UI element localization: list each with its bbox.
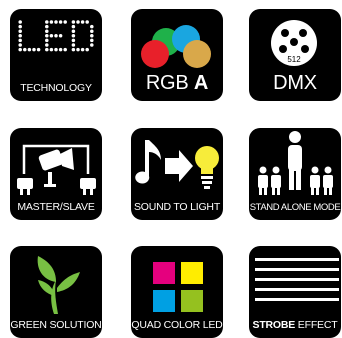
led-dot xyxy=(63,47,67,52)
master-slave-label: MASTER/SLAVE xyxy=(17,201,95,213)
strobe-label-rest: EFFECT xyxy=(295,319,338,331)
led-dot xyxy=(58,34,63,38)
led-dot xyxy=(71,43,76,47)
led-dot xyxy=(27,47,32,52)
led-dot xyxy=(23,47,27,52)
led-dot xyxy=(71,20,76,24)
dmx-512-text: 512 xyxy=(287,55,301,64)
sound-to-light-tile: SOUND TO LIGHT xyxy=(131,128,223,220)
led-dot xyxy=(18,34,22,38)
rgba-tile: RGB A xyxy=(131,9,223,101)
led-dot xyxy=(49,47,54,52)
led-dot xyxy=(45,38,49,43)
led-dot xyxy=(18,43,22,47)
led-dot xyxy=(76,47,80,52)
led-dot xyxy=(36,47,41,52)
led-dot xyxy=(63,20,67,24)
led-dot xyxy=(90,34,94,38)
led-dot xyxy=(45,43,49,47)
quad-color-led-label: QUAD COLOR LED xyxy=(131,319,223,331)
led-dot xyxy=(71,38,76,43)
strobe-label-bold: STROBE xyxy=(252,319,296,331)
led-dot xyxy=(71,24,76,29)
led-dot xyxy=(76,20,80,24)
dmx-tile: 512 DMX xyxy=(249,9,341,101)
master-slave-tile: MASTER/SLAVE xyxy=(10,128,102,220)
green-solution-label: GREEN SOLUTION xyxy=(10,319,102,331)
led-dot xyxy=(45,34,49,38)
led-dot xyxy=(54,20,58,24)
quad-color-led-tile: QUAD COLOR LED xyxy=(131,246,223,338)
led-dot xyxy=(71,47,76,52)
led-dot xyxy=(90,29,94,33)
dmx-label: DMX xyxy=(273,72,317,94)
led-dot xyxy=(90,43,94,47)
strobe-effect-label: STROBE EFFECT xyxy=(249,319,341,331)
led-dot xyxy=(58,47,63,52)
light-bulb-icon xyxy=(195,146,219,189)
led-dot xyxy=(58,20,63,24)
led-technology-label: TECHNOLOGY xyxy=(20,82,92,94)
led-dot xyxy=(18,24,22,29)
rgba-label: RGB A xyxy=(131,72,223,95)
stand-alone-mode-label: STAND ALONE MODE xyxy=(249,202,341,213)
led-dot xyxy=(45,24,49,29)
led-dot xyxy=(45,47,49,52)
music-note-icon xyxy=(135,140,150,184)
arrow-right-icon xyxy=(165,150,193,182)
strobe-effect-tile: STROBE EFFECT xyxy=(249,246,341,338)
led-dot xyxy=(90,38,94,43)
led-dot xyxy=(71,34,76,38)
led-technology-tile: TECHNOLOGY xyxy=(10,9,102,101)
rgba-label-bold: A xyxy=(193,72,209,94)
led-dot xyxy=(49,34,54,38)
led-dot xyxy=(90,24,94,29)
led-dot xyxy=(45,20,49,24)
led-dot xyxy=(32,47,36,52)
sound-to-light-label: SOUND TO LIGHT xyxy=(133,201,221,213)
led-dot xyxy=(18,20,22,24)
stand-alone-mode-tile: STAND ALONE MODE xyxy=(249,128,341,220)
green-solution-tile: GREEN SOLUTION xyxy=(10,246,102,338)
led-dot xyxy=(18,47,22,52)
led-dot xyxy=(85,20,89,24)
led-dot xyxy=(18,38,22,43)
led-dot xyxy=(18,29,22,33)
led-dot xyxy=(54,47,58,52)
led-dot xyxy=(49,20,54,24)
led-dot xyxy=(80,47,85,52)
led-dot xyxy=(71,29,76,33)
rgba-label-main: RGB xyxy=(145,72,189,94)
led-dot xyxy=(85,47,89,52)
led-dot xyxy=(45,29,49,33)
led-dot xyxy=(54,34,58,38)
led-dot xyxy=(80,20,85,24)
